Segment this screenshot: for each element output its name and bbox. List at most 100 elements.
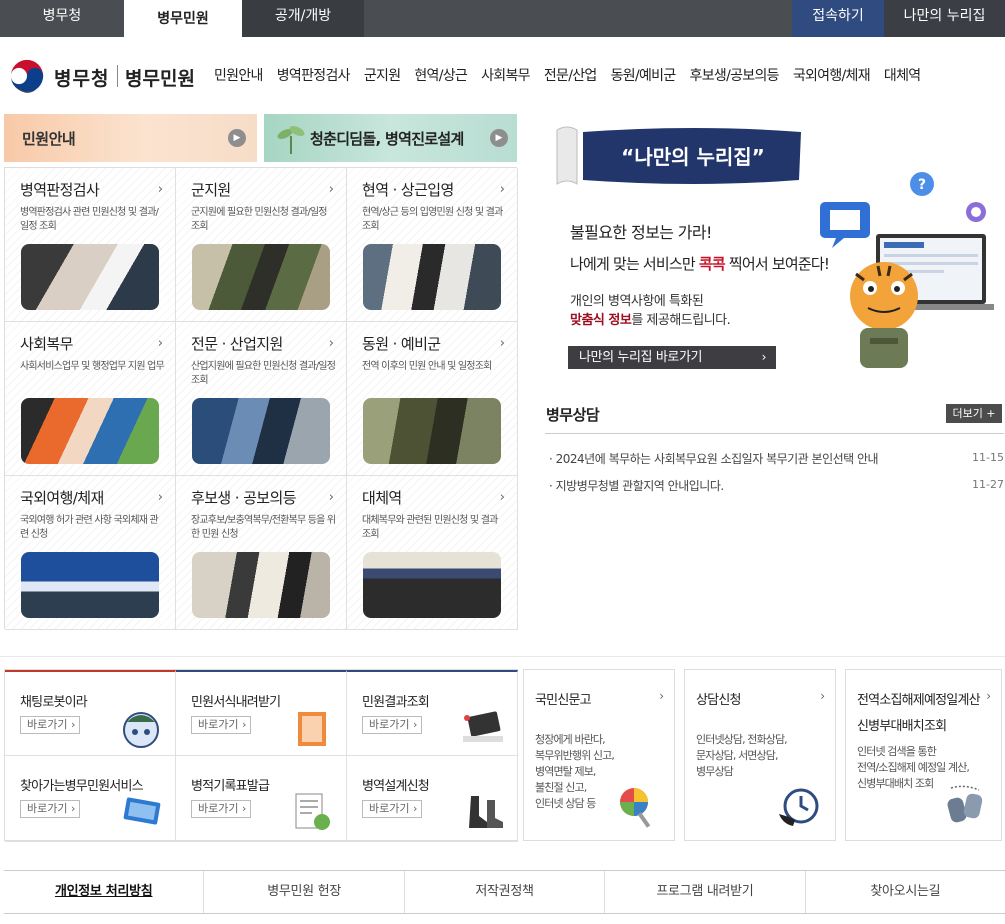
- service-photo: [363, 244, 501, 310]
- service-title: 현역 · 상근입영: [362, 181, 454, 199]
- taegeuk-logo-icon[interactable]: [8, 57, 46, 95]
- tab-open-data[interactable]: 공개/개방: [242, 0, 364, 37]
- divider: [545, 433, 1004, 434]
- nav-item[interactable]: 군지원: [364, 65, 401, 85]
- service-title: 후보생 · 공보의등: [191, 489, 297, 507]
- chevron-right-icon: ›: [820, 689, 825, 703]
- quick-item[interactable]: 병적기록표발급 바로가기 ›: [176, 756, 347, 842]
- service-title: 대체역: [362, 489, 402, 507]
- nav-item[interactable]: 대체역: [884, 65, 921, 85]
- quick-item[interactable]: 민원서식내려받기 바로가기 ›: [176, 670, 347, 756]
- news-date: 11-15: [972, 451, 1004, 464]
- service-photo: [192, 398, 330, 464]
- service-card[interactable]: 전문 · 산업지원 › 산업지원에 필요한 민원신청 결과/일정 조회: [176, 322, 347, 476]
- certificate-icon: [295, 793, 330, 830]
- service-card[interactable]: 동원 · 예비군 › 전역 이후의 민원 안내 및 일정조회: [347, 322, 518, 476]
- copyright-policy-link[interactable]: 저작권정책: [405, 871, 606, 913]
- chevron-right-icon: ›: [157, 490, 163, 505]
- service-card[interactable]: 후보생 · 공보의등 › 장교후보/보충역복무/전환복무 등을 위한 민원 신청: [176, 476, 347, 630]
- site-name[interactable]: 병무민원: [125, 64, 195, 91]
- shortcut-button[interactable]: 바로가기 ›: [191, 716, 251, 734]
- quick-item[interactable]: 병역설계신청 바로가기 ›: [347, 756, 518, 842]
- nav-item[interactable]: 민원안내: [214, 65, 263, 85]
- org-name[interactable]: 병무청: [54, 64, 109, 91]
- service-card[interactable]: 사회복무 › 사회서비스업무 및 행정업무 지원 업무: [5, 322, 176, 476]
- shortcut-button[interactable]: 바로가기 ›: [191, 800, 251, 818]
- tab-civil-service[interactable]: 병무민원: [124, 0, 242, 37]
- news-item[interactable]: · 지방병무청별 관할지역 안내입니다.: [549, 477, 724, 494]
- chevron-right-icon: ›: [157, 336, 163, 351]
- service-photo: [21, 398, 159, 464]
- promo-subheadline: 나에게 맞는 서비스만 콕콕 찍어서 보여준다!: [570, 255, 830, 273]
- play-arrow-icon: ▶: [490, 129, 508, 147]
- chatbot-icon: [123, 712, 159, 748]
- banner-label: 청춘디딤돌, 병역진로설계: [310, 130, 464, 148]
- quick-item[interactable]: 채팅로봇이라 바로가기 ›: [5, 670, 176, 756]
- folder-icon: [298, 712, 326, 746]
- mascot-illustration: ?: [820, 172, 994, 368]
- more-button[interactable]: 더보기 +: [946, 404, 1002, 423]
- shortcut-button[interactable]: 바로가기 ›: [362, 716, 422, 734]
- nav-item[interactable]: 국외여행/체재: [793, 65, 871, 85]
- counsel-section-title: 병무상담: [546, 406, 600, 424]
- tablet-icon: [123, 797, 161, 825]
- news-item[interactable]: · 2024년에 복무하는 사회복무요원 소집일자 복무기관 본인선택 안내: [549, 450, 879, 467]
- news-date: 11-27: [972, 478, 1004, 491]
- promo-headline: 불필요한 정보는 가라!: [570, 223, 712, 242]
- service-card[interactable]: 국외여행/체재 › 국외여행 허가 관련 사항 국외체재 관련 신청: [5, 476, 176, 630]
- svg-text:?: ?: [918, 177, 926, 193]
- nav-item[interactable]: 병역판정검사: [277, 65, 351, 85]
- quick-title: 채팅로봇이라: [20, 695, 88, 710]
- service-title: 사회복무: [20, 335, 73, 353]
- login-button[interactable]: 접속하기: [792, 0, 884, 37]
- chevron-right-icon: ›: [328, 182, 334, 197]
- shortcut-button[interactable]: 바로가기 ›: [20, 800, 80, 818]
- tab-mma[interactable]: 병무청: [0, 0, 124, 37]
- boots-icon: [469, 796, 503, 828]
- e-people-box[interactable]: 국민신문고 › 청장에게 바란다, 복무위반행위 신고, 병역면탈 제보, 불친…: [523, 669, 675, 841]
- quick-item[interactable]: 찾아가는병무민원서비스 바로가기 ›: [5, 756, 176, 842]
- chevron-right-icon: ›: [499, 336, 505, 351]
- banner-title: “나만의 누리집”: [621, 145, 765, 169]
- charter-link[interactable]: 병무민원 헌장: [204, 871, 405, 913]
- service-desc: 산업지원에 필요한 민원신청 결과/일정 조회: [191, 361, 336, 386]
- main-nav: 민원안내 병역판정검사 군지원 현역/상근 사회복무 전문/산업 동원/예비군 …: [214, 65, 934, 85]
- shortcut-button[interactable]: 바로가기 ›: [20, 716, 80, 734]
- program-download-link[interactable]: 프로그램 내려받기: [605, 871, 806, 913]
- service-desc: 병역판정검사 관련 민원신청 및 결과/일정 조회: [20, 207, 159, 232]
- quick-title: 민원서식내려받기: [191, 695, 281, 710]
- service-card[interactable]: 대체역 › 대체복무와 관련된 민원신청 및 결과 조회: [347, 476, 518, 630]
- quick-title: 병적기록표발급: [191, 779, 270, 794]
- service-desc: 장교후보/보충역복무/전환복무 등을 위한 민원 신청: [191, 515, 336, 540]
- quick-item[interactable]: 민원결과조회 바로가기 ›: [347, 670, 518, 756]
- box-desc: 인터넷상담, 전화상담,: [696, 733, 788, 746]
- discharge-calc-box[interactable]: 전역소집해제예정일계산 › 신병부대배치조회 인터넷 검색을 통한 전역/소집해…: [845, 669, 1002, 841]
- chevron-right-icon: ›: [499, 182, 505, 197]
- service-title: 병역판정검사: [20, 181, 100, 199]
- career-design-banner[interactable]: 청춘디딤돌, 병역진로설계 ▶: [264, 114, 517, 162]
- nav-item[interactable]: 동원/예비군: [611, 65, 677, 85]
- privacy-policy-link[interactable]: 개인정보 처리방침: [4, 871, 205, 913]
- nav-item[interactable]: 현역/상근: [414, 65, 467, 85]
- laptop-icon: [463, 711, 503, 742]
- nav-item[interactable]: 후보생/공보의등: [690, 65, 780, 85]
- service-card[interactable]: 군지원 › 군지원에 필요한 민원신청 결과/일정 조회: [176, 168, 347, 322]
- service-grid: 병역판정검사 › 병역판정검사 관련 민원신청 및 결과/일정 조회 군지원 ›…: [4, 167, 518, 630]
- directions-link[interactable]: 찾아오시는길: [806, 871, 1005, 913]
- service-title: 전문 · 산업지원: [191, 335, 283, 353]
- nav-item[interactable]: 전문/산업: [544, 65, 597, 85]
- service-card[interactable]: 현역 · 상근입영 › 현역/상근 등의 입영민원 신청 및 결과 조회: [347, 168, 518, 322]
- my-homepage-button[interactable]: 나만의 누리집: [884, 0, 1005, 37]
- shortcut-button[interactable]: 바로가기 ›: [362, 800, 422, 818]
- service-card[interactable]: 병역판정검사 › 병역판정검사 관련 민원신청 및 결과/일정 조회: [5, 168, 176, 322]
- my-nuri-shortcut-button[interactable]: 나만의 누리집 바로가기 ›: [568, 346, 776, 369]
- box-desc: 전역/소집해제 예정일 계산,: [857, 761, 970, 774]
- service-desc: 대체복무와 관련된 민원신청 및 결과 조회: [362, 515, 498, 540]
- box-title: 상담신청: [696, 693, 741, 708]
- service-desc: 전역 이후의 민원 안내 및 일정조회: [362, 361, 492, 372]
- quick-title: 민원결과조회: [362, 695, 430, 710]
- counsel-request-box[interactable]: 상담신청 › 인터넷상담, 전화상담, 문자상담, 서면상담, 병무상담: [684, 669, 836, 841]
- civil-guide-banner[interactable]: 민원안내 ▶: [4, 114, 257, 162]
- nav-item[interactable]: 사회복무: [481, 65, 530, 85]
- service-desc: 국외여행 허가 관련 사항 국외체재 관련 신청: [20, 515, 159, 540]
